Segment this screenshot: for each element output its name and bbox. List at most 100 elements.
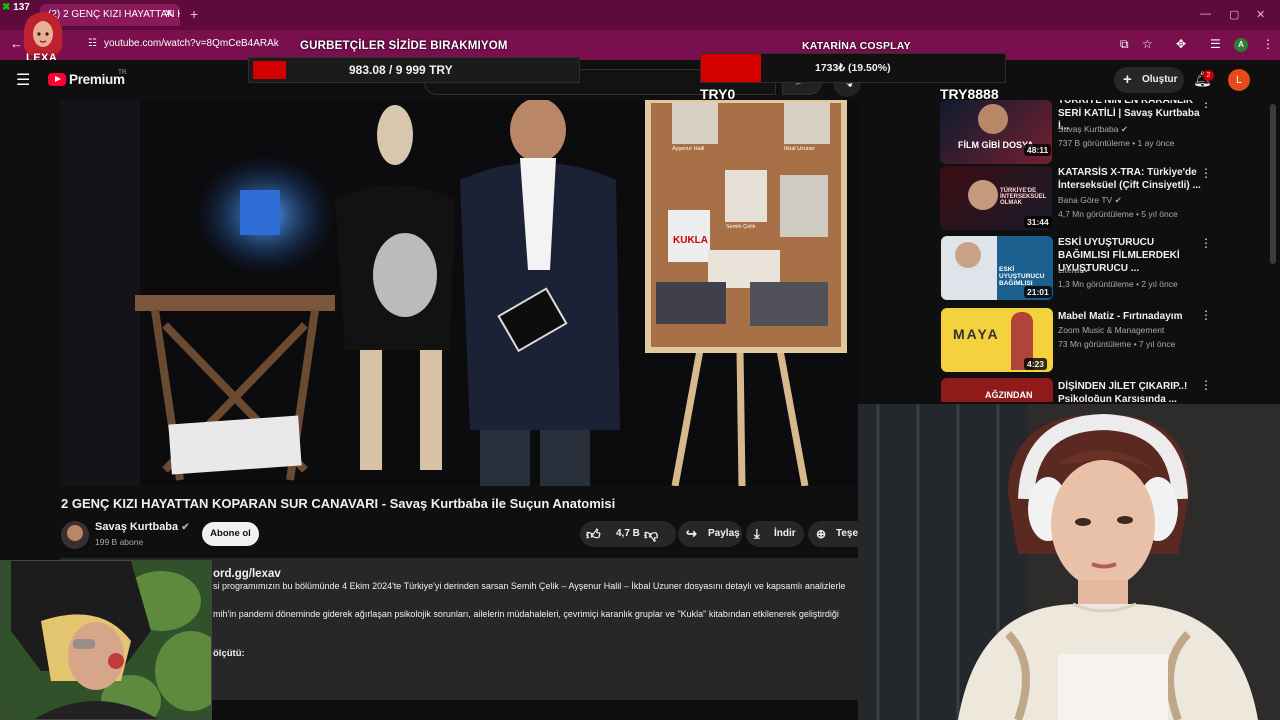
- rec-duration: 48:11: [1024, 144, 1052, 156]
- rec-meta: 4,7 Mn görüntüleme • 5 yıl önce: [1058, 209, 1178, 219]
- rec-more-icon[interactable]: ⋮: [1200, 100, 1212, 110]
- right-goal-bar: 1733₺ (19.50%): [700, 53, 1006, 83]
- board-name-3: Semih Çelik: [726, 224, 756, 230]
- recommendations-sidebar: FİLM GİBİ DOSYA 48:11 TÜRKİYE'NİN EN KAR…: [940, 100, 1230, 402]
- rec-title: Mabel Matiz - Fırtınadayım: [1058, 311, 1183, 322]
- subscriber-count: 199 B abone: [95, 537, 144, 547]
- share-label: Paylaş: [708, 528, 740, 539]
- streamer-avatar-overlay: LEXA: [20, 8, 66, 64]
- verified-icon: ✔: [1120, 124, 1128, 134]
- bookmark-star-icon[interactable]: ☆: [1142, 37, 1153, 51]
- channel-name-text: Savaş Kurtbaba: [95, 521, 179, 533]
- rec-title: KATARSİS X-TRA: Türkiye'de İnterseksüel …: [1058, 167, 1201, 191]
- create-label: Oluştur: [1142, 74, 1178, 85]
- media-queue-icon[interactable]: ☰: [1210, 37, 1221, 51]
- thanks-button[interactable]: ⊕ Teşe: [808, 521, 860, 547]
- rec-title: DİŞİNDEN JİLET ÇIKARIP..! Psikoloğun Kar…: [1058, 381, 1188, 402]
- left-goal-bar: 983.08 / 9 999 TRY: [248, 57, 580, 83]
- rec-thumb-text: ESKİ UYUŞTURUCU BAĞIMLISI: [999, 266, 1045, 287]
- browser-menu-icon[interactable]: ⋮: [1262, 37, 1274, 51]
- profile-avatar[interactable]: A: [1234, 38, 1248, 52]
- window-close-icon[interactable]: ✕: [1256, 8, 1265, 21]
- share-icon: ↪: [686, 526, 697, 541]
- video-player[interactable]: KUKLA Ayşenur Halil İkbal Uzuner Semih Ç…: [60, 100, 860, 486]
- rec-more-icon[interactable]: ⋮: [1200, 166, 1212, 180]
- verified-icon: ✔: [1114, 195, 1122, 205]
- url-text[interactable]: youtube.com/watch?v=8QmCeB4ARAk: [104, 38, 279, 49]
- like-button[interactable]: 👍︎: [586, 521, 601, 547]
- close-tab-icon[interactable]: ✕: [164, 7, 173, 20]
- thanks-label: Teşe: [836, 528, 859, 539]
- thanks-icon: ⊕: [816, 527, 827, 541]
- like-dislike-group: 👍︎ 4,7 B 👎︎: [580, 521, 676, 547]
- right-goal-fill: [701, 54, 761, 82]
- video-frame-illustration: [60, 100, 860, 486]
- rec-channel: Literat ✔: [1058, 265, 1092, 275]
- rec-thumb-face: [968, 180, 998, 210]
- board-name-2: İkbal Uzuner: [784, 146, 815, 152]
- verified-icon: ✔: [1084, 265, 1092, 275]
- extensions-icon[interactable]: ✥: [1176, 37, 1186, 51]
- rec-more-icon[interactable]: ⋮: [1200, 308, 1212, 322]
- right-goal-title: KATARİNA COSPLAY: [802, 40, 911, 52]
- account-avatar[interactable]: L: [1228, 69, 1250, 91]
- rec-more-icon[interactable]: ⋮: [1200, 236, 1212, 250]
- board-word: KUKLA: [673, 235, 708, 246]
- youtube-logo-label[interactable]: Premium: [69, 72, 125, 87]
- download-icon: ⤓: [754, 526, 760, 541]
- share-button[interactable]: ↪ Paylaş: [678, 521, 742, 547]
- rec-duration: 4:23: [1024, 358, 1048, 370]
- screen-cast-icon[interactable]: ⧉: [1120, 37, 1129, 52]
- x-icon: ✖: [2, 2, 11, 13]
- description-line-2: mih'in pandemi döneminde giderek ağırlaş…: [213, 609, 839, 619]
- guest-webcam-illustration: [1, 561, 211, 719]
- tab-title: (2) 2 GENÇ KIZI HAYATTAN KOP: [48, 9, 180, 20]
- rec-meta: 737 B görüntüleme • 1 ay önce: [1058, 138, 1175, 148]
- channel-name[interactable]: Savaş Kurtbaba ✔: [95, 521, 190, 533]
- board-name-1: Ayşenur Halil: [672, 146, 705, 152]
- minimize-icon[interactable]: —: [1200, 8, 1211, 20]
- channel-avatar-face: [67, 525, 83, 541]
- rec-duration: 21:01: [1024, 286, 1052, 298]
- rec-thumb-text: FİLM GİBİ DOSYA: [958, 140, 1034, 150]
- download-button[interactable]: ⤓ İndir: [746, 521, 804, 547]
- sidebar-scrollbar[interactable]: [1270, 104, 1276, 264]
- description-line-1: si programımızın bu bölümünde 4 Ekim 202…: [213, 581, 846, 591]
- rec-thumb-text: AĞZINDAN: [985, 390, 1033, 400]
- left-goal-value: 983.08 / 9 999 TRY: [349, 63, 453, 77]
- rec-thumb-text: TÜRKİYE'DE İNTERSEKSÜEL OLMAK: [1000, 188, 1047, 206]
- rec-thumb-face: [955, 242, 981, 268]
- rec-meta: 73 Mn görüntüleme • 7 yıl önce: [1058, 339, 1176, 349]
- site-settings-icon[interactable]: ☷: [88, 38, 97, 49]
- description-link[interactable]: ord.gg/lexav: [213, 568, 281, 580]
- rec-more-icon[interactable]: ⋮: [1200, 378, 1212, 392]
- rec-thumbnail[interactable]: AĞZINDAN: [941, 378, 1053, 402]
- dislike-button[interactable]: 👎︎: [644, 521, 658, 547]
- plus-icon: +: [1123, 71, 1132, 88]
- rec-meta: 1,3 Mn görüntüleme • 2 yıl önce: [1058, 279, 1178, 289]
- description-line-3: ölçütü:: [213, 648, 245, 659]
- rec-channel: Savaş Kurtbaba ✔: [1058, 124, 1128, 134]
- streamer-webcam-illustration: [858, 404, 1280, 720]
- maximize-icon[interactable]: ▢: [1229, 8, 1239, 21]
- logo-region: TR: [118, 69, 127, 76]
- video-title: 2 GENÇ KIZI HAYATTAN KOPARAN SUR CANAVAR…: [61, 496, 616, 511]
- youtube-logo-icon[interactable]: [48, 73, 66, 86]
- like-count: 4,7 B: [616, 528, 640, 539]
- channel-avatar[interactable]: [61, 521, 89, 549]
- create-button[interactable]: + Oluştur: [1114, 67, 1184, 93]
- rec-channel: Bana Göre TV ✔: [1058, 195, 1122, 205]
- rec-thumb-text: MAYA: [953, 326, 1000, 342]
- subscribe-button[interactable]: Abone ol: [202, 522, 259, 546]
- streamer-webcam: [858, 404, 1280, 720]
- right-goal-value: 1733₺ (19.50%): [815, 62, 891, 74]
- left-goal-fill: [253, 61, 286, 79]
- new-tab-icon[interactable]: +: [190, 6, 198, 22]
- rec-channel: Zoom Music & Management: [1058, 325, 1165, 335]
- hamburger-menu-icon[interactable]: ☰: [16, 70, 30, 90]
- rec-duration: 31:44: [1024, 216, 1052, 228]
- left-goal-title: GURBETÇİLER SİZİDE BIRAKMIYOM: [300, 40, 508, 52]
- download-label: İndir: [774, 528, 796, 539]
- guest-webcam: [0, 560, 212, 720]
- notification-count-badge: 2: [1203, 70, 1214, 81]
